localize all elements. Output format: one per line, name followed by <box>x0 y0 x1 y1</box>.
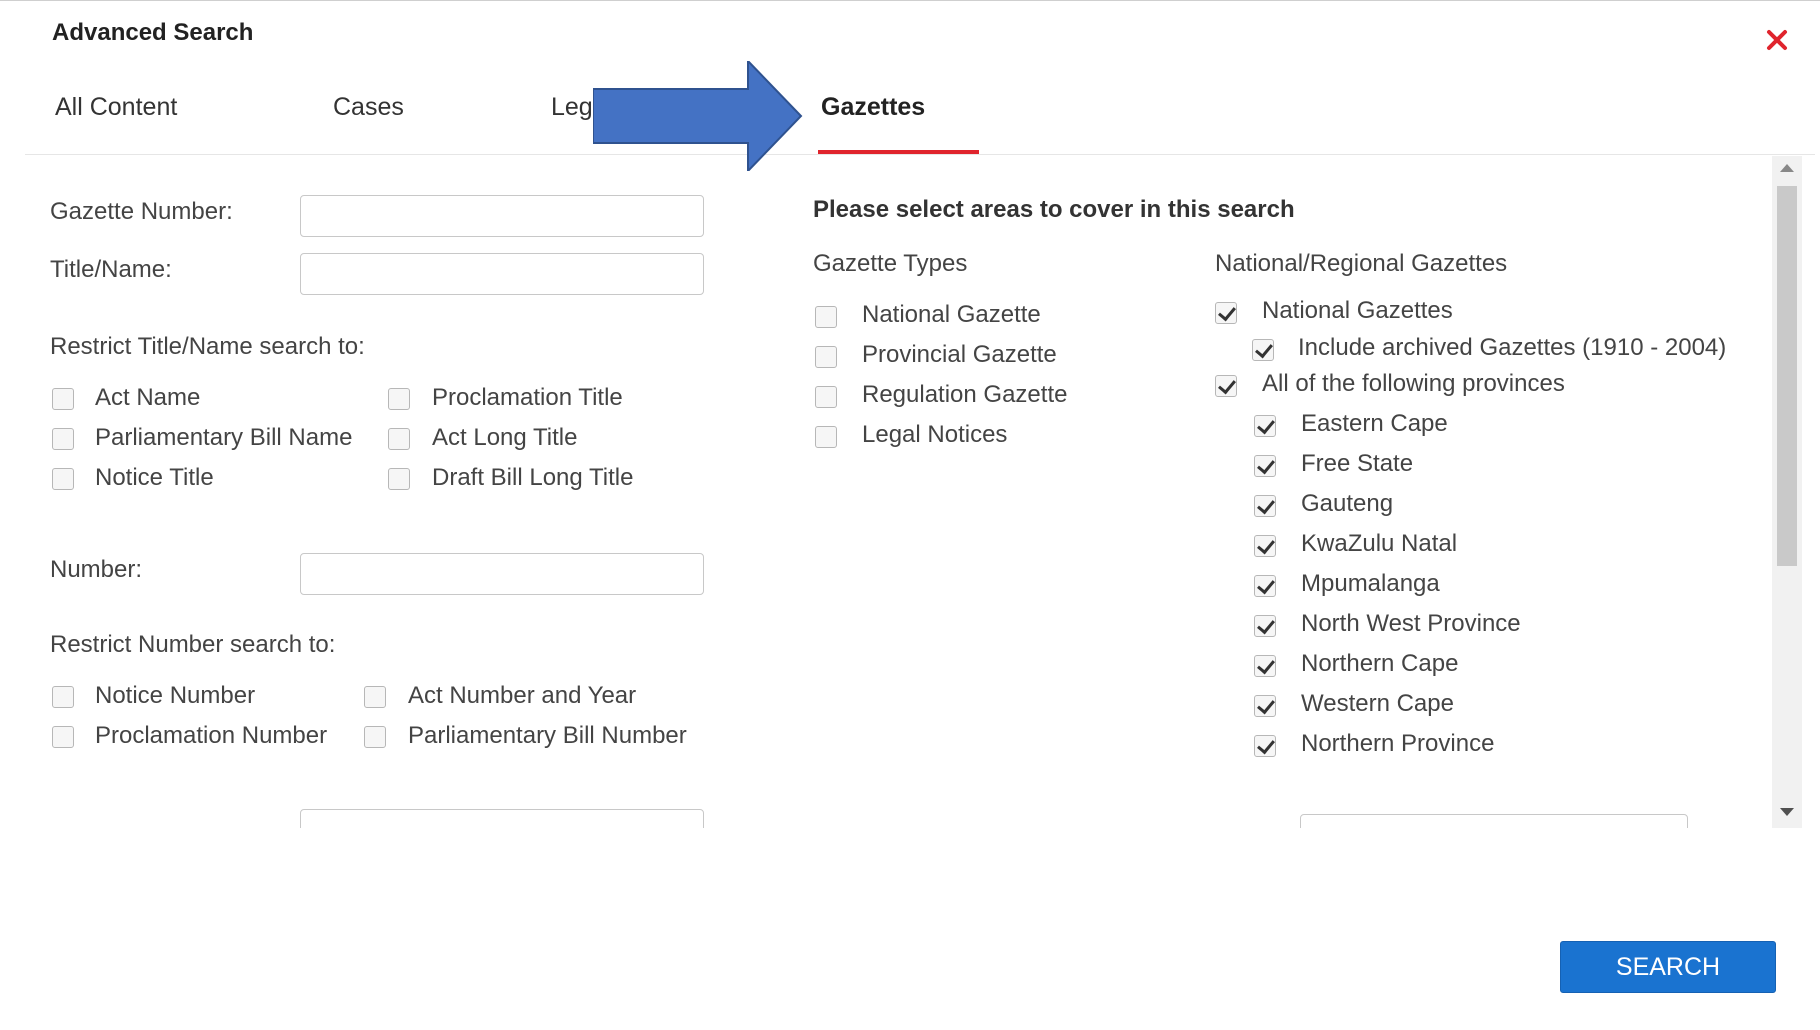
title-name-input[interactable] <box>300 253 704 295</box>
include-archived-checkbox[interactable] <box>1252 339 1274 361</box>
act-name-label: Act Name <box>95 384 201 411</box>
mpumalanga-checkbox[interactable] <box>1254 575 1276 597</box>
national-gazettes-checkbox[interactable] <box>1215 302 1237 324</box>
scroll-thumb[interactable] <box>1777 186 1797 566</box>
province-label: Free State <box>1301 450 1414 477</box>
draft-bill-long-title-checkbox[interactable] <box>388 468 410 490</box>
provincial-gazette-label: Provincial Gazette <box>862 341 1057 368</box>
parliamentary-bill-name-label: Parliamentary Bill Name <box>95 424 353 451</box>
regional-gazettes-label: National/Regional Gazettes <box>1215 250 1508 277</box>
western-cape-checkbox[interactable] <box>1254 695 1276 717</box>
provincial-gazette-checkbox[interactable] <box>815 346 837 368</box>
all-provinces-label: All of the following provinces <box>1262 370 1565 397</box>
notice-number-label: Notice Number <box>95 682 256 709</box>
proclamation-title-checkbox[interactable] <box>388 388 410 410</box>
number-label: Number: <box>50 556 143 583</box>
regulation-gazette-label: Regulation Gazette <box>862 381 1068 408</box>
gazette-number-input[interactable] <box>300 195 704 237</box>
northern-cape-checkbox[interactable] <box>1254 655 1276 677</box>
proclamation-number-label: Proclamation Number <box>95 722 328 749</box>
draft-bill-long-title-label: Draft Bill Long Title <box>432 464 634 491</box>
dialog-title: Advanced Search <box>52 19 254 46</box>
tab-bar: All Content Cases Legi Gazettes <box>25 93 1815 155</box>
gauteng-checkbox[interactable] <box>1254 495 1276 517</box>
national-gazettes-label: National Gazettes <box>1262 297 1453 324</box>
vertical-scrollbar[interactable] <box>1772 156 1802 828</box>
gazettes-panel: Gazette Number: Title/Name: Restrict Tit… <box>0 156 1808 828</box>
proclamation-title-label: Proclamation Title <box>432 384 623 411</box>
advanced-search-dialog: Advanced Search All Content Cases Legi G… <box>0 0 1820 1030</box>
notice-title-label: Notice Title <box>95 464 214 491</box>
province-label: Gauteng <box>1301 490 1394 517</box>
national-gazette-checkbox[interactable] <box>815 306 837 328</box>
gazette-types-label: Gazette Types <box>813 250 968 277</box>
province-label: North West Province <box>1301 610 1521 637</box>
province-label: Northern Cape <box>1301 650 1459 677</box>
areas-heading: Please select areas to cover in this sea… <box>813 196 1295 223</box>
scroll-up-icon[interactable] <box>1780 164 1794 172</box>
act-number-year-label: Act Number and Year <box>408 682 637 709</box>
act-long-title-label: Act Long Title <box>432 424 578 451</box>
notice-number-checkbox[interactable] <box>52 686 74 708</box>
legal-notices-label: Legal Notices <box>862 421 1008 448</box>
free-state-checkbox[interactable] <box>1254 455 1276 477</box>
province-label: Eastern Cape <box>1301 410 1448 437</box>
include-archived-label: Include archived Gazettes (1910 - 2004) <box>1298 334 1727 361</box>
regulation-gazette-checkbox[interactable] <box>815 386 837 408</box>
gazette-number-label: Gazette Number: <box>50 198 233 225</box>
parliamentary-bill-name-checkbox[interactable] <box>52 428 74 450</box>
annotation-arrow-icon <box>593 61 803 171</box>
proclamation-number-checkbox[interactable] <box>52 726 74 748</box>
province-label: KwaZulu Natal <box>1301 530 1458 557</box>
tab-gazettes[interactable]: Gazettes <box>821 93 925 122</box>
number-input[interactable] <box>300 553 704 595</box>
title-name-label: Title/Name: <box>50 256 172 283</box>
parliamentary-bill-number-label: Parliamentary Bill Number <box>408 722 687 749</box>
scroll-down-icon[interactable] <box>1780 808 1794 816</box>
eastern-cape-checkbox[interactable] <box>1254 415 1276 437</box>
act-number-year-checkbox[interactable] <box>364 686 386 708</box>
north-west-province-checkbox[interactable] <box>1254 615 1276 637</box>
all-provinces-checkbox[interactable] <box>1215 375 1237 397</box>
act-name-checkbox[interactable] <box>52 388 74 410</box>
restrict-title-label: Restrict Title/Name search to: <box>50 333 365 360</box>
parliamentary-bill-number-checkbox[interactable] <box>364 726 386 748</box>
tab-cases[interactable]: Cases <box>333 93 404 122</box>
northern-province-checkbox[interactable] <box>1254 735 1276 757</box>
tab-all-content[interactable]: All Content <box>55 93 177 122</box>
tab-legislation[interactable]: Legi <box>551 93 598 122</box>
province-label: Mpumalanga <box>1301 570 1440 597</box>
partial-input[interactable] <box>300 809 704 828</box>
act-long-title-checkbox[interactable] <box>388 428 410 450</box>
province-label: Western Cape <box>1301 690 1454 717</box>
national-gazette-label: National Gazette <box>862 301 1041 328</box>
notice-title-checkbox[interactable] <box>52 468 74 490</box>
kwazulu-natal-checkbox[interactable] <box>1254 535 1276 557</box>
partial-input-right[interactable] <box>1300 814 1688 828</box>
close-icon[interactable] <box>1762 25 1792 55</box>
province-label: Northern Province <box>1301 730 1495 757</box>
legal-notices-checkbox[interactable] <box>815 426 837 448</box>
search-button[interactable]: SEARCH <box>1560 941 1776 993</box>
restrict-number-label: Restrict Number search to: <box>50 631 336 658</box>
active-tab-indicator <box>818 150 979 154</box>
